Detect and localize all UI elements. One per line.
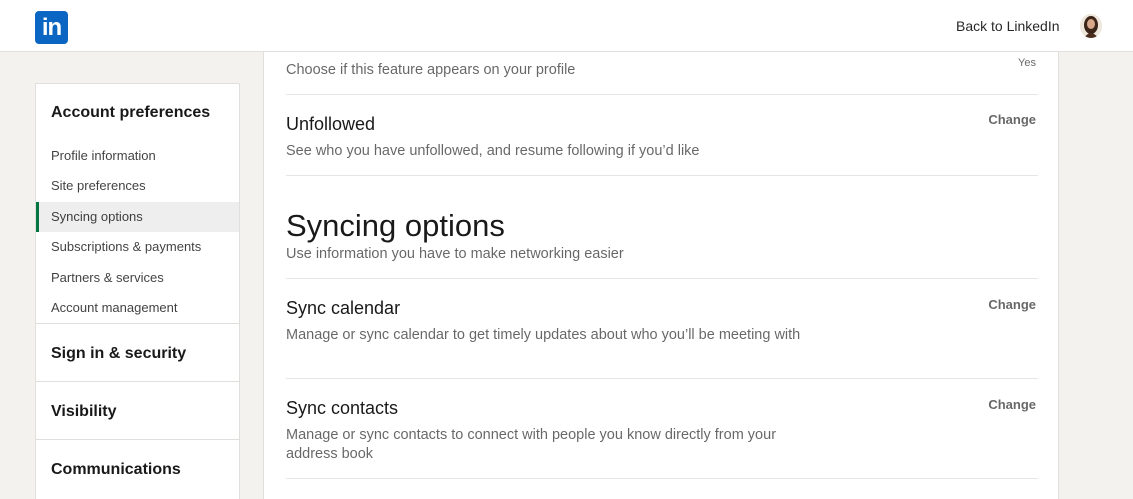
sync-calendar-title: Sync calendar (286, 298, 401, 318)
sidebar-item-subscriptions-payments[interactable]: Subscriptions & payments (36, 232, 239, 262)
sidebar-divider (36, 439, 239, 440)
sync-calendar-description: Manage or sync calendar to get timely up… (286, 327, 801, 343)
sync-contacts-title: Sync contacts (286, 398, 399, 418)
avatar[interactable] (1080, 14, 1102, 38)
sidebar-item-site-preferences[interactable]: Site preferences (36, 171, 239, 201)
profile-feature-value[interactable]: Yes (1018, 57, 1036, 69)
back-to-linkedin-link[interactable]: Back to LinkedIn (956, 18, 1060, 34)
section-subtitle: Use information you have to make network… (286, 246, 624, 262)
sidebar-heading-account-preferences[interactable]: Account preferences (51, 104, 210, 122)
sidebar-item-account-management[interactable]: Account management (36, 293, 239, 323)
sidebar-divider (36, 381, 239, 382)
row-divider (286, 278, 1038, 279)
unfollowed-change-button[interactable]: Change (988, 112, 1036, 127)
sync-contacts-change-button[interactable]: Change (988, 397, 1036, 412)
unfollowed-title: Unfollowed (286, 114, 376, 134)
sidebar-item-syncing-options[interactable]: Syncing options (36, 202, 239, 232)
settings-main-panel: Choose if this feature appears on your p… (263, 48, 1059, 499)
sidebar-item-profile-information[interactable]: Profile information (36, 141, 239, 171)
row-divider (286, 378, 1038, 379)
profile-feature-description: Choose if this feature appears on your p… (286, 62, 576, 78)
settings-sidebar: Account preferences Profile information … (35, 83, 240, 499)
sidebar-item-partners-services[interactable]: Partners & services (36, 263, 239, 293)
linkedin-logo-icon[interactable]: in (35, 11, 68, 44)
top-header: in Back to LinkedIn (0, 0, 1133, 52)
section-title-syncing-options: Syncing options (286, 208, 505, 243)
sidebar-heading-communications[interactable]: Communications (51, 461, 181, 479)
sidebar-divider (36, 323, 239, 324)
row-divider (286, 175, 1038, 176)
profile-photo-icon (1080, 14, 1102, 38)
sidebar-heading-visibility[interactable]: Visibility (51, 403, 117, 421)
unfollowed-description: See who you have unfollowed, and resume … (286, 143, 700, 159)
sync-contacts-description: Manage or sync contacts to connect with … (286, 427, 777, 462)
row-divider (286, 94, 1038, 95)
sidebar-heading-sign-in-security[interactable]: Sign in & security (51, 345, 186, 363)
sync-calendar-change-button[interactable]: Change (988, 297, 1036, 312)
row-divider (286, 478, 1038, 479)
